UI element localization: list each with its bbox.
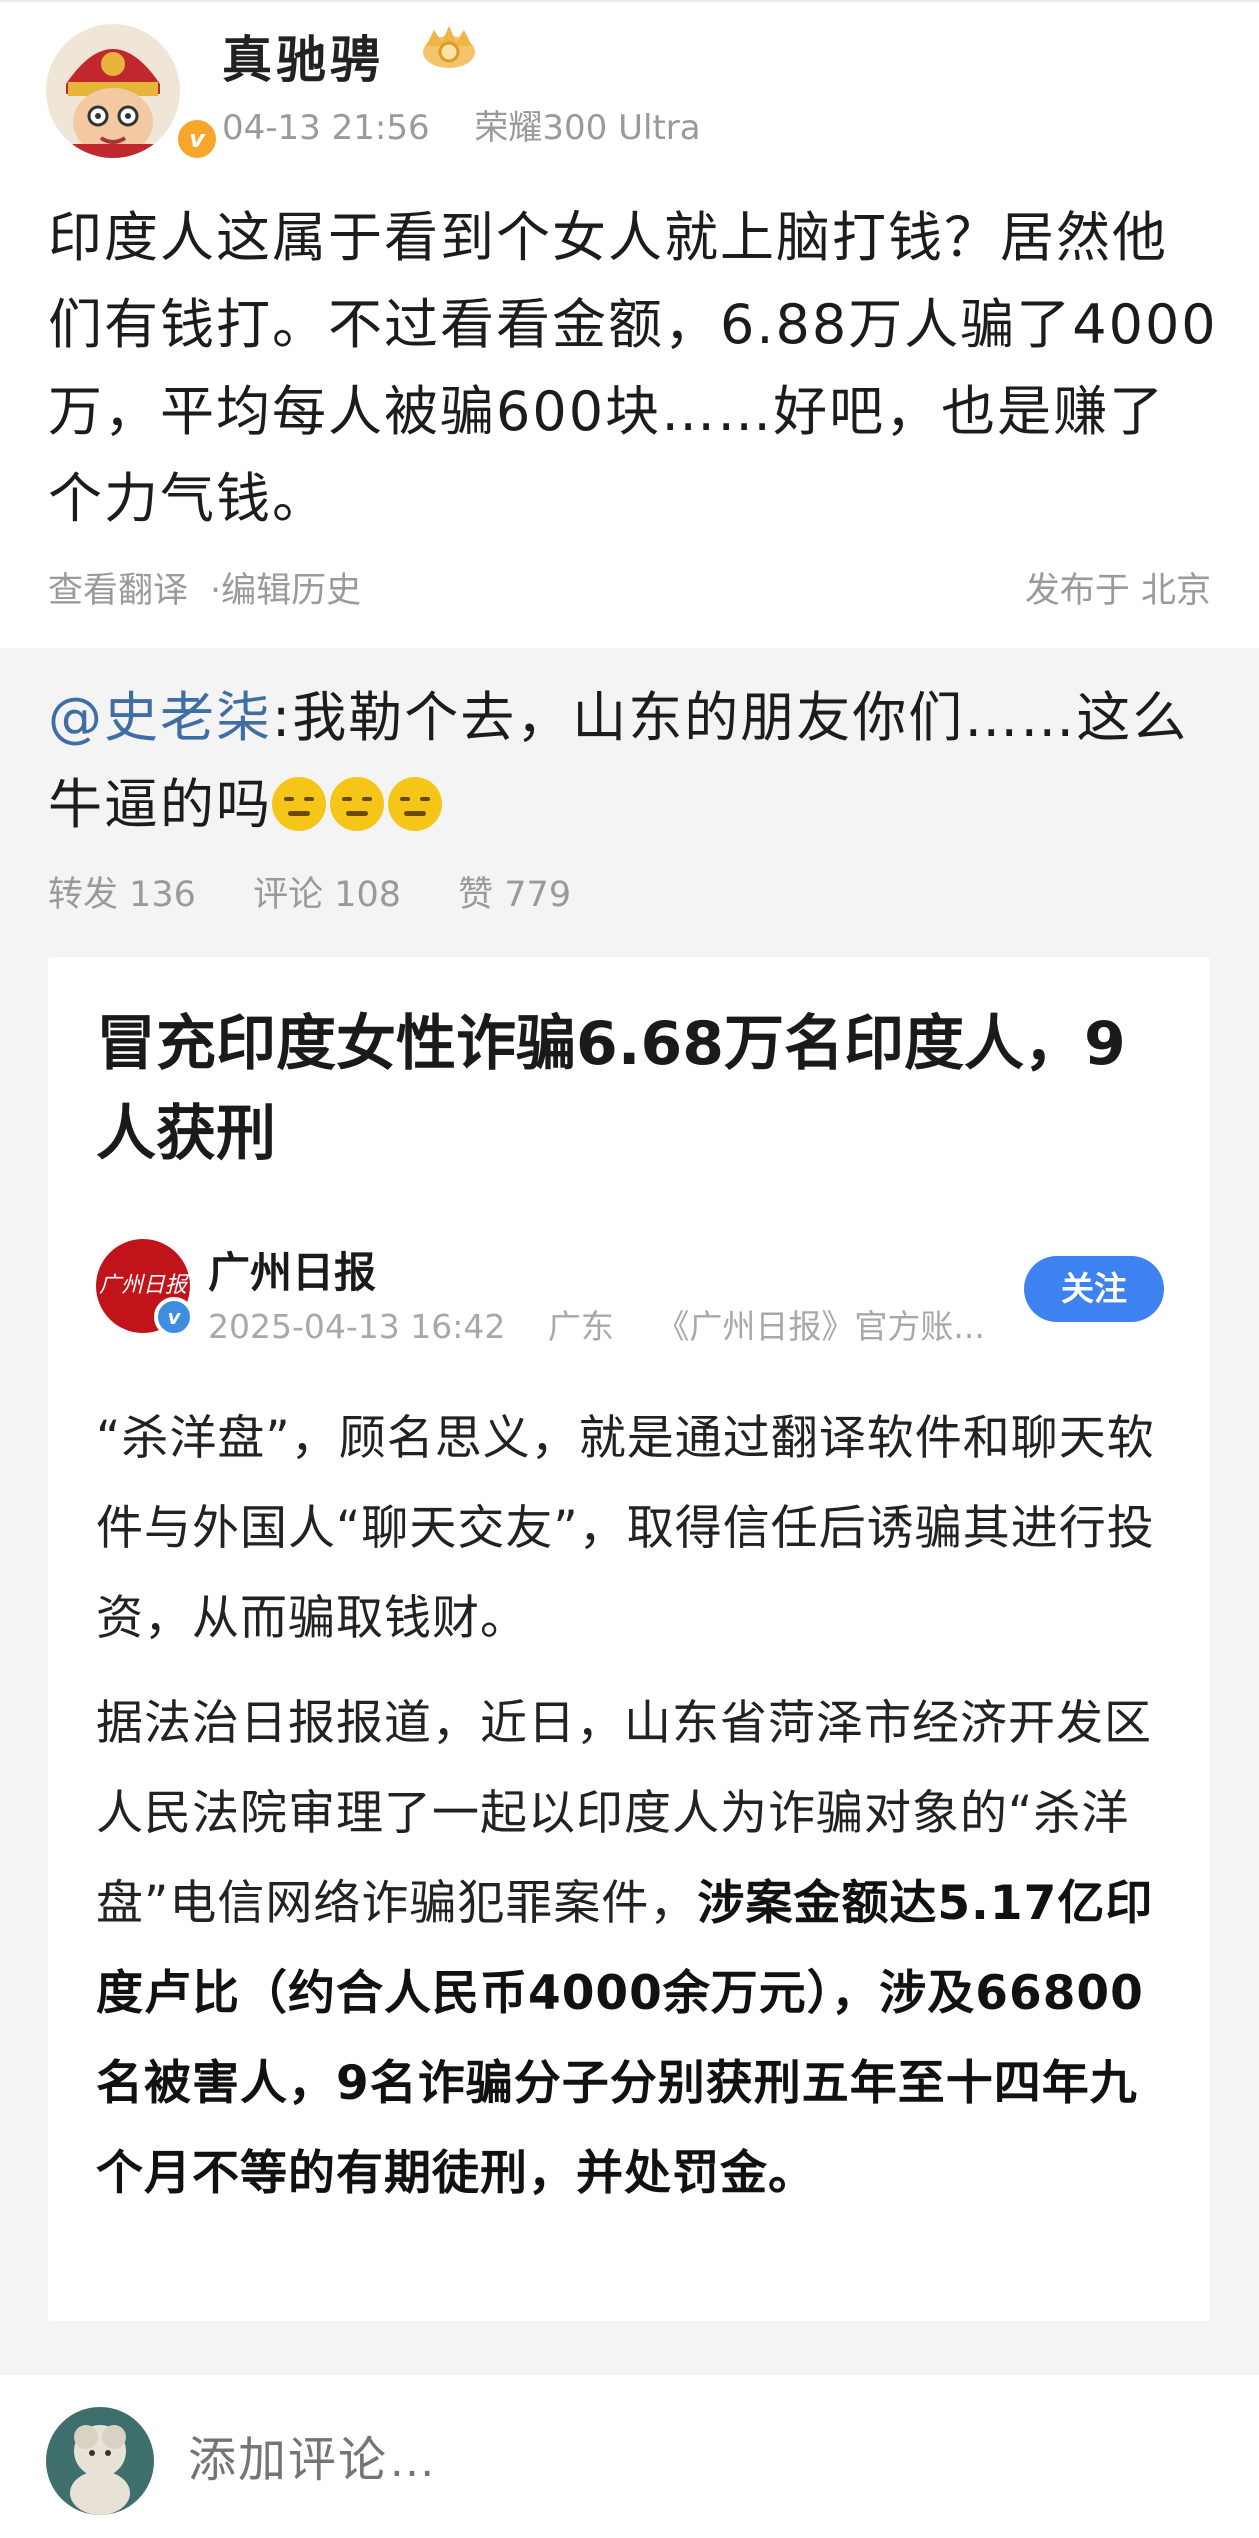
sweat-emoji-icon (330, 777, 384, 831)
post-location: 发布于 北京 (1024, 571, 1211, 611)
repost-count[interactable]: 转发 136 (48, 875, 196, 915)
author-name[interactable]: 真驰骋 (222, 20, 384, 92)
reposted-content[interactable]: @史老柒:我勒个去，山东的朋友你们……这么牛逼的吗 转发 136 评论 108 … (0, 648, 1259, 2375)
crown-badge-icon (423, 26, 475, 68)
verified-badge-icon: v (154, 1297, 194, 1337)
post-meta: 04-13 21:56 荣耀300 Ultra (222, 100, 735, 149)
original-post: v 真驰骋 04-13 21:56 荣耀300 Ultra 印度人这属于看到个女… (0, 0, 1259, 648)
comment-count[interactable]: 评论 108 (253, 875, 401, 915)
repost-text: @史老柒:我勒个去，山东的朋友你们……这么牛逼的吗 (48, 674, 1208, 848)
post-device: 荣耀300 Ultra (474, 108, 701, 148)
article-region: 广东 (547, 1307, 614, 1346)
comment-input[interactable] (188, 2429, 1188, 2493)
source-meta: 2025-04-13 16:42 广东 《广州日报》官方账... (208, 1300, 1028, 1348)
verified-badge-icon: v (174, 116, 220, 162)
post-text: 印度人这属于看到个女人就上脑打钱？居然他们有钱打。不过看看金额，6.88万人骗了… (48, 206, 1218, 530)
follow-button[interactable]: 关注 (1024, 1256, 1164, 1322)
article-card[interactable]: 冒充印度女性诈骗6.68万名印度人，9人获刑 广州日报 v 广州日报 2025-… (48, 957, 1210, 2321)
repost-stats: 转发 136 评论 108 赞 779 (48, 866, 617, 917)
article-date: 2025-04-13 16:42 (208, 1307, 506, 1346)
post-footer: 查看翻译 ·编辑历史 发布于 北京 (48, 562, 1211, 613)
view-translation-link[interactable]: 查看翻译 (48, 571, 188, 611)
comment-bar (0, 2375, 1259, 2538)
article-paragraph: 据法治日报报道，近日，山东省菏泽市经济开发区人民法院审理了一起以印度人为诈骗对象… (96, 1679, 1181, 2219)
article-paragraph: “杀洋盘”，顾名思义，就是通过翻译软件和聊天软件与外国人“聊天交友”，取得信任后… (96, 1411, 1155, 1646)
user-avatar[interactable] (46, 2407, 154, 2515)
post-time: 04-13 21:56 (222, 108, 430, 148)
source-name[interactable]: 广州日报 (208, 1239, 376, 1300)
separator-dot: · (210, 571, 222, 611)
author-avatar-image (46, 24, 180, 158)
sweat-emoji-icon (388, 777, 442, 831)
mention-link[interactable]: @史老柒 (48, 686, 272, 749)
edit-history-link[interactable]: 编辑历史 (221, 571, 361, 611)
account-description: 《广州日报》官方账... (656, 1307, 985, 1346)
sweat-emoji-icon (272, 777, 326, 831)
author-avatar[interactable]: v (46, 24, 220, 162)
user-avatar-image (46, 2407, 154, 2515)
like-count[interactable]: 赞 779 (458, 875, 571, 915)
article-title: 冒充印度女性诈骗6.68万名印度人，9人获刑 (96, 1009, 1126, 1169)
